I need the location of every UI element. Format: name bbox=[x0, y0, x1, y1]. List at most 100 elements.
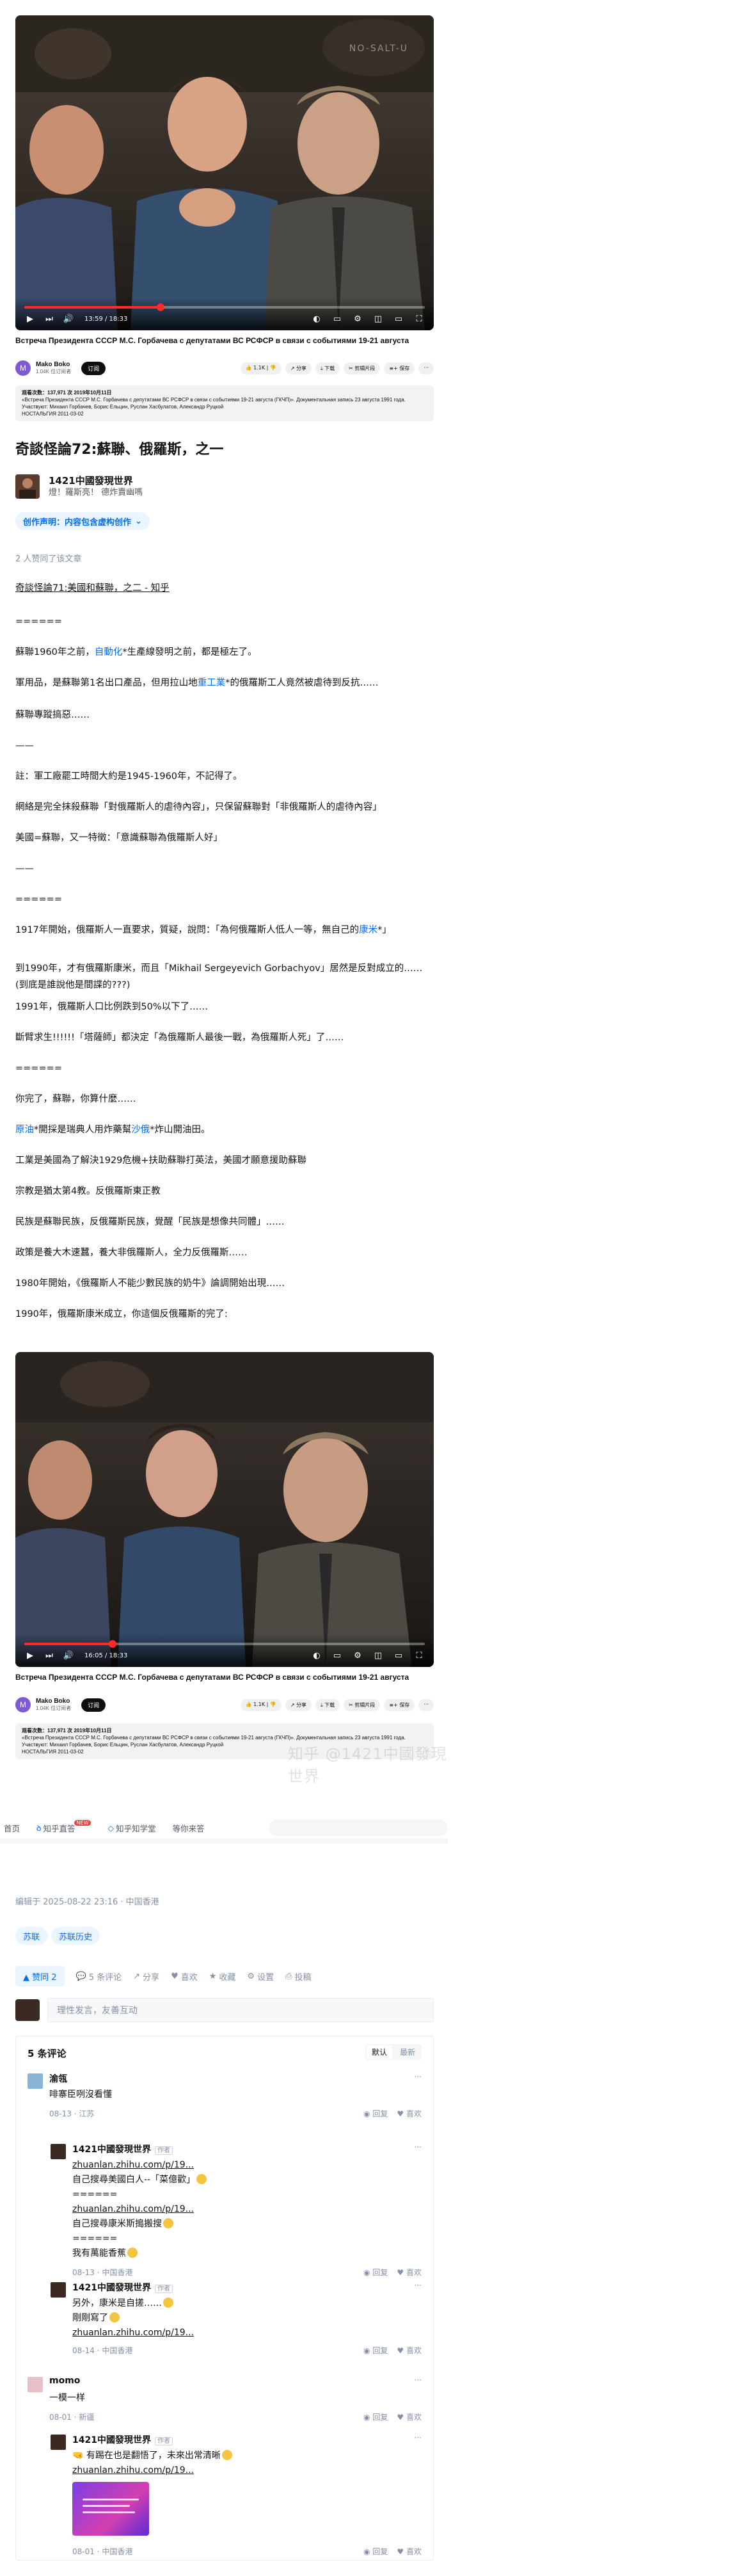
settings-button[interactable]: ⚙ 设置 bbox=[247, 1970, 274, 1983]
miniplayer-icon[interactable]: ◫ bbox=[372, 1650, 384, 1661]
more-icon[interactable]: ··· bbox=[415, 2376, 422, 2385]
theater-icon[interactable]: ▭ bbox=[393, 1650, 404, 1661]
video-description-1[interactable]: 观看次数：137,971 次 2019年10月11日 «Встреча През… bbox=[15, 385, 434, 421]
commenter-avatar[interactable] bbox=[51, 2435, 66, 2450]
keyword-link[interactable]: 原油 bbox=[15, 1125, 34, 1135]
zhihu-link[interactable]: zhuanlan.zhihu.com/p/19... bbox=[72, 2463, 232, 2478]
tab-home[interactable]: 首页 bbox=[4, 1822, 20, 1834]
progress-bar[interactable] bbox=[24, 303, 425, 311]
zhihu-link[interactable]: zhuanlan.zhihu.com/p/19... bbox=[72, 2202, 207, 2217]
sort-latest[interactable]: 最新 bbox=[393, 2044, 422, 2060]
save-button[interactable]: ≡+ 保存 bbox=[384, 1698, 415, 1711]
volume-icon[interactable]: 🔊 bbox=[63, 1650, 74, 1661]
channel-avatar[interactable]: M bbox=[15, 1697, 31, 1712]
reply-button[interactable]: ◉ 回复 bbox=[363, 2345, 388, 2356]
zhihu-link[interactable]: zhuanlan.zhihu.com/p/19... bbox=[72, 2326, 194, 2340]
share-button[interactable]: ↗ 分享 bbox=[285, 362, 312, 374]
commenter-name[interactable]: 渝瓴 bbox=[49, 2072, 67, 2085]
subscribe-button[interactable]: 订阅 bbox=[81, 1698, 106, 1712]
more-icon[interactable]: ··· bbox=[415, 2072, 422, 2081]
more-button[interactable]: ··· bbox=[418, 362, 434, 374]
commenter-avatar[interactable] bbox=[28, 2377, 43, 2392]
video-player-2[interactable]: ▶ ⏭ 🔊 16:05 / 18:33 ◐ ▭ ⚙ ◫ ▭ ⛶ bbox=[15, 1352, 434, 1667]
settings-icon[interactable]: ⚙ bbox=[352, 313, 363, 325]
commenter-avatar[interactable] bbox=[51, 2144, 66, 2159]
clip-button[interactable]: ✂ 剪辑片段 bbox=[344, 362, 381, 374]
search-input[interactable] bbox=[269, 1819, 448, 1836]
miniplayer-icon[interactable]: ◫ bbox=[372, 313, 384, 325]
reply-button[interactable]: ◉ 回复 bbox=[363, 2108, 388, 2119]
author-name[interactable]: 1421中國發現世界 bbox=[49, 474, 143, 487]
like-button[interactable]: ♥ 喜欢 bbox=[397, 2267, 422, 2278]
liked-by-line[interactable]: 2 人赞同了该文章 bbox=[15, 552, 81, 564]
upvote-button[interactable]: ▲ 赞同 2 bbox=[15, 1966, 65, 1986]
keyword-link[interactable]: 康米 bbox=[359, 925, 377, 935]
commenter-avatar[interactable] bbox=[28, 2073, 43, 2089]
keyword-link[interactable]: 自動化 bbox=[95, 647, 123, 657]
progress-knob[interactable] bbox=[157, 303, 164, 311]
more-icon[interactable]: ··· bbox=[415, 2433, 422, 2442]
save-button[interactable]: ≡+ 保存 bbox=[384, 362, 415, 374]
next-icon[interactable]: ⏭ bbox=[44, 313, 55, 325]
reply-button[interactable]: ◉ 回复 bbox=[363, 2267, 388, 2278]
volume-icon[interactable]: 🔊 bbox=[63, 313, 74, 325]
reply-button[interactable]: ◉ 回复 bbox=[363, 2411, 388, 2422]
more-button[interactable]: ··· bbox=[418, 1698, 434, 1711]
like-button[interactable]: ♥ 喜欢 bbox=[397, 2411, 422, 2422]
comment-input[interactable]: 理性发言，友善互动 bbox=[47, 1998, 434, 2022]
like-button[interactable]: ♥ 喜欢 bbox=[171, 1970, 198, 1983]
related-article-link[interactable]: 奇談怪論71:美國和蘇聯，之二 - 知乎 bbox=[15, 580, 434, 597]
fullscreen-icon[interactable]: ⛶ bbox=[413, 313, 425, 325]
like-button[interactable]: ♥ 喜欢 bbox=[397, 2546, 422, 2557]
commenter-name[interactable]: 1421中國發現世界 作者 bbox=[72, 2143, 173, 2155]
channel-avatar[interactable]: M bbox=[15, 360, 31, 376]
more-icon[interactable]: ··· bbox=[415, 2281, 422, 2290]
zhihu-link[interactable]: zhuanlan.zhihu.com/p/19... bbox=[72, 2158, 207, 2173]
tab-zhixue[interactable]: ◇ 知乎知学堂 bbox=[107, 1822, 155, 1834]
play-icon[interactable]: ▶ bbox=[24, 313, 36, 325]
subtitles-icon[interactable]: ▭ bbox=[331, 313, 343, 325]
more-icon[interactable]: ··· bbox=[415, 2143, 422, 2152]
topic-tag[interactable]: 苏联历史 bbox=[51, 1927, 100, 1945]
topic-tag[interactable]: 苏联 bbox=[15, 1927, 48, 1945]
download-button[interactable]: ⤓ 下载 bbox=[315, 362, 340, 374]
reply-button[interactable]: ◉ 回复 bbox=[363, 2546, 388, 2557]
keyword-link[interactable]: 重工業 bbox=[198, 678, 226, 688]
progress-knob[interactable] bbox=[109, 1640, 116, 1648]
subtitles-icon[interactable]: ▭ bbox=[331, 1650, 343, 1661]
tab-waiting[interactable]: 等你来答 bbox=[173, 1822, 205, 1834]
favorite-button[interactable]: ★ 收藏 bbox=[209, 1970, 236, 1983]
autoplay-icon[interactable]: ◐ bbox=[311, 1650, 322, 1661]
fullscreen-icon[interactable]: ⛶ bbox=[413, 1650, 425, 1661]
report-button[interactable]: ⎙ 投稿 bbox=[285, 1970, 311, 1983]
theater-icon[interactable]: ▭ bbox=[393, 313, 404, 325]
share-button[interactable]: ↗ 分享 bbox=[285, 1698, 312, 1711]
autoplay-icon[interactable]: ◐ bbox=[311, 313, 322, 325]
author-avatar[interactable] bbox=[15, 474, 40, 499]
tab-zhida[interactable]: ꝺ 知乎直答 NEW bbox=[36, 1819, 91, 1834]
sort-default[interactable]: 默认 bbox=[366, 2045, 392, 2059]
like-button[interactable]: 👍 1.1K | 👎 bbox=[240, 362, 281, 374]
next-icon[interactable]: ⏭ bbox=[44, 1650, 55, 1661]
commenter-name[interactable]: momo bbox=[49, 2376, 80, 2386]
progress-bar[interactable] bbox=[24, 1640, 425, 1648]
keyword-link[interactable]: 沙俄 bbox=[131, 1125, 150, 1135]
channel-name[interactable]: Mako Boko bbox=[36, 1698, 71, 1705]
like-button[interactable]: ♥ 喜欢 bbox=[397, 2108, 422, 2119]
share-button[interactable]: ↗ 分享 bbox=[133, 1970, 159, 1983]
video-player-1[interactable]: NO-SALT-U ▶ ⏭ 🔊 13:59 / 18:33 ◐ ▭ ⚙ ◫ ▭ bbox=[15, 15, 434, 330]
subscribe-button[interactable]: 订阅 bbox=[81, 361, 106, 375]
settings-icon[interactable]: ⚙ bbox=[352, 1650, 363, 1661]
download-button[interactable]: ⤓ 下载 bbox=[315, 1698, 340, 1711]
commenter-avatar[interactable] bbox=[51, 2282, 66, 2298]
comments-button[interactable]: 💬 5 条评论 bbox=[76, 1970, 122, 1983]
commenter-name[interactable]: 1421中國發現世界 作者 bbox=[72, 2281, 173, 2294]
like-button[interactable]: ♥ 喜欢 bbox=[397, 2345, 422, 2356]
channel-name[interactable]: Mako Boko bbox=[36, 361, 71, 369]
creation-declaration[interactable]: 创作声明：内容包含虚构创作 ⌄ bbox=[15, 512, 150, 530]
play-icon[interactable]: ▶ bbox=[24, 1650, 36, 1661]
clip-button[interactable]: ✂ 剪辑片段 bbox=[344, 1698, 381, 1711]
commenter-name[interactable]: 1421中國發現世界 作者 bbox=[72, 2433, 173, 2446]
like-button[interactable]: 👍 1.1K | 👎 bbox=[240, 1698, 281, 1711]
link-preview-image[interactable] bbox=[72, 2482, 149, 2536]
